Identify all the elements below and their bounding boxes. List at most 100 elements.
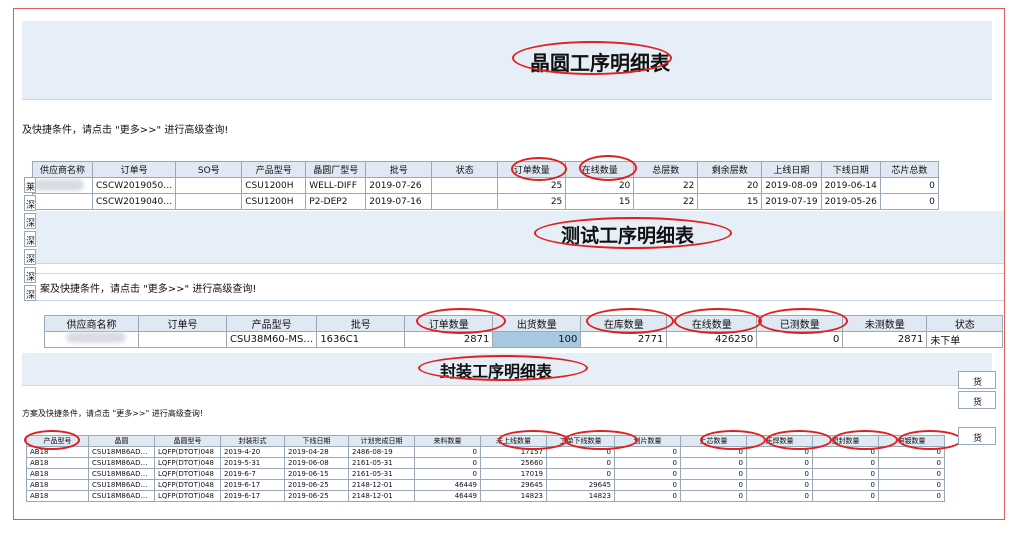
test-column-header[interactable]: 未测数量 bbox=[842, 315, 928, 332]
test-cell bbox=[138, 331, 227, 348]
test-cell: 2871 bbox=[842, 331, 928, 348]
packaging-column-header[interactable]: 封装形式 bbox=[220, 435, 285, 447]
packaging-cell: 0 bbox=[414, 468, 481, 480]
table-row[interactable]: CSU38M60-MS… 1636C1 2871 100 2771 426250 0 2871… bbox=[44, 331, 1004, 348]
left-fragment-cell: 深 bbox=[24, 285, 36, 301]
packaging-cell: 0 bbox=[614, 490, 681, 502]
table-row[interactable]: AB18 CSU18M86AD… LQFP(DTOT)048 2019-6-7 2019… bbox=[26, 468, 945, 480]
wafer-column-header[interactable]: 产品型号 bbox=[241, 161, 307, 178]
packaging-column-header[interactable]: 下线日期 bbox=[284, 435, 349, 447]
packaging-cell: AB18 bbox=[26, 457, 89, 469]
test-column-header[interactable]: 批号 bbox=[316, 315, 406, 332]
wafer-column-header[interactable]: SO号 bbox=[175, 161, 243, 178]
packaging-column-header[interactable]: 计划完成日期 bbox=[348, 435, 415, 447]
packaging-cell: 2019-06-15 bbox=[284, 468, 349, 480]
packaging-cell: 0 bbox=[746, 468, 813, 480]
test-column-header[interactable]: 供应商名称 bbox=[44, 315, 139, 332]
wafer-column-header[interactable]: 批号 bbox=[365, 161, 433, 178]
table-row[interactable]: AB18 CSU18M86AD… LQFP(DTOT)048 2019-6-17 201… bbox=[26, 479, 945, 491]
wafer-column-header[interactable]: 晶圆厂型号 bbox=[305, 161, 367, 178]
packaging-cell: 0 bbox=[746, 457, 813, 469]
right-fragment-text: 货 bbox=[973, 434, 983, 444]
packaging-column-header[interactable]: 晶圆 bbox=[88, 435, 155, 447]
packaging-cell: 0 bbox=[878, 490, 945, 502]
wafer-column-header[interactable]: 总层数 bbox=[633, 161, 699, 178]
test-title-highlight bbox=[534, 217, 732, 249]
wafer-column-header[interactable]: 供应商名称 bbox=[32, 161, 93, 178]
test-query-hint: 案及快捷条件，请点击 "更多>>" 进行高级查询! bbox=[40, 284, 257, 295]
packaging-cell: CSU18M86AD… bbox=[88, 446, 155, 458]
packaging-cell: 2019-4-20 bbox=[220, 446, 285, 458]
packaging-cell: 2148-12-01 bbox=[348, 479, 415, 491]
table-row[interactable]: AB18 CSU18M86AD… LQFP(DTOT)048 2019-5-31 201… bbox=[26, 457, 945, 469]
test-tested-qty-highlight bbox=[758, 308, 848, 334]
table-row[interactable]: CSCW2019050… CSU1200H WELL-DIFF 2019-07-26 2… bbox=[32, 177, 939, 194]
wafer-cell bbox=[175, 177, 243, 194]
packaging-cell: 29645 bbox=[546, 479, 615, 491]
pkg-not-online-highlight bbox=[498, 430, 568, 450]
packaging-cell: CSU18M86AD… bbox=[88, 479, 155, 491]
wafer-cell bbox=[32, 193, 93, 210]
packaging-cell: 2148-12-01 bbox=[348, 490, 415, 502]
packaging-cell: 0 bbox=[414, 457, 481, 469]
packaging-cell: LQFP(DTOT)048 bbox=[154, 468, 221, 480]
packaging-column-header[interactable]: 晶圆型号 bbox=[154, 435, 221, 447]
packaging-cell: 0 bbox=[812, 468, 879, 480]
wafer-column-header[interactable]: 状态 bbox=[431, 161, 499, 178]
wafer-cell: 25 bbox=[497, 193, 567, 210]
test-column-header[interactable]: 产品型号 bbox=[225, 315, 318, 332]
packaging-cell: 2019-06-25 bbox=[284, 490, 349, 502]
test-cell: 2871 bbox=[404, 331, 494, 348]
packaging-cell: 0 bbox=[546, 457, 615, 469]
left-fragment-cell: 深 bbox=[24, 249, 36, 265]
packaging-cell: 0 bbox=[878, 479, 945, 491]
left-fragment-text: 深 bbox=[26, 237, 36, 247]
packaging-cell: CSU18M86AD… bbox=[88, 490, 155, 502]
wafer-cell: 2019-08-09 bbox=[761, 177, 822, 194]
test-cell: CSU38M60-MS… bbox=[225, 331, 318, 348]
wafer-column-header[interactable]: 芯片总数 bbox=[879, 161, 939, 178]
pkg-die-attach-highlight bbox=[700, 430, 766, 450]
wafer-column-header[interactable]: 上线日期 bbox=[761, 161, 822, 178]
wafer-column-header[interactable]: 下线日期 bbox=[820, 161, 881, 178]
test-cell: 1636C1 bbox=[316, 331, 406, 348]
pkg-bonding-highlight bbox=[766, 430, 832, 450]
test-column-header[interactable]: 订单号 bbox=[138, 315, 227, 332]
left-fragment-cell: 深 bbox=[24, 213, 36, 229]
left-fragment-cell: 深 bbox=[24, 195, 36, 211]
test-column-header[interactable]: 状态 bbox=[926, 315, 1004, 332]
packaging-cell: 0 bbox=[680, 457, 747, 469]
table-row[interactable]: AB18 CSU18M86AD… LQFP(DTOT)048 2019-6-17 201… bbox=[26, 490, 945, 502]
test-cell: 未下单 bbox=[926, 331, 1004, 348]
wafer-cell: WELL-DIFF bbox=[305, 177, 367, 194]
wafer-cell: CSCW2019040… bbox=[91, 193, 177, 210]
packaging-cell: 14823 bbox=[480, 490, 547, 502]
packaging-cell: LQFP(DTOT)048 bbox=[154, 446, 221, 458]
packaging-cell: 0 bbox=[546, 468, 615, 480]
packaging-cell: 0 bbox=[812, 457, 879, 469]
redacted-test-supplier bbox=[66, 332, 126, 343]
packaging-cell: AB18 bbox=[26, 490, 89, 502]
pkg-workorder-offline-highlight bbox=[564, 430, 638, 450]
order-qty-highlight bbox=[511, 157, 567, 181]
wafer-table: 供应商名称 订单号 SO号 产品型号 晶圆厂型号 批号 状态 订单数量 在线数量 总层数 剩余层数上… bbox=[32, 161, 939, 210]
packaging-cell: 14823 bbox=[546, 490, 615, 502]
redacted-supplier bbox=[34, 179, 84, 191]
packaging-cell: LQFP(DTOT)048 bbox=[154, 479, 221, 491]
test-process-panel: 测试工序明细表 案及快捷条件，请点击 "更多>>" 进行高级查询! 供应商名称订… bbox=[36, 211, 1004, 359]
packaging-cell: 46449 bbox=[414, 490, 481, 502]
packaging-query-hint: 方案及快捷条件，请点击 "更多>>" 进行高级查询! bbox=[22, 409, 204, 418]
wafer-process-panel: 晶圆工序明细表 及快捷条件，请点击 "更多>>" 进行高级查询! 供应商名称 订单… bbox=[22, 21, 992, 221]
packaging-column-header[interactable]: 来料数量 bbox=[414, 435, 481, 447]
left-fragment-cell: 深 bbox=[24, 267, 36, 283]
wafer-column-header[interactable]: 剩余层数 bbox=[697, 161, 763, 178]
packaging-process-panel: 封装工序明细表 方案及快捷条件，请点击 "更多>>" 进行高级查询! 产品型号晶… bbox=[22, 353, 992, 515]
left-fragment-text: 深 bbox=[26, 291, 36, 301]
test-column-header[interactable]: 出货数量 bbox=[492, 315, 582, 332]
table-row[interactable]: CSCW2019040… CSU1200H P2-DEP2 2019-07-16 25 1… bbox=[32, 193, 939, 210]
right-fragment-text: 货 bbox=[973, 398, 983, 408]
wafer-title-banner bbox=[22, 21, 992, 100]
left-fragment-cell: 深 bbox=[24, 231, 36, 247]
packaging-cell: 0 bbox=[746, 479, 813, 491]
wafer-column-header[interactable]: 订单号 bbox=[91, 161, 177, 178]
